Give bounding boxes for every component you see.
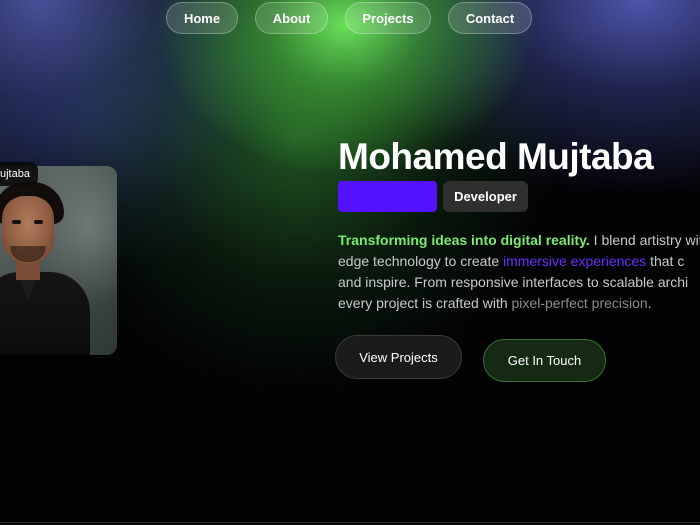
bio-text: .	[647, 295, 652, 311]
bio-line-1: Transforming ideas into digital reality.…	[338, 230, 700, 251]
role-badge: Developer	[443, 181, 528, 212]
hero-name: Mohamed Mujtaba	[338, 136, 654, 177]
bio-highlight-immersive: immersive experiences	[503, 253, 647, 269]
person-eye-right	[34, 220, 43, 224]
page: Home About Projects Contact ujtaba Moham…	[0, 0, 700, 525]
bio-text: that c	[646, 253, 685, 269]
nav-projects-link[interactable]: Projects	[345, 2, 431, 34]
role-highlight	[338, 181, 437, 212]
bio-line-4: every project is crafted with pixel-perf…	[338, 293, 700, 314]
profile-photo	[0, 166, 117, 355]
person-eye-left	[12, 220, 21, 224]
bottom-divider	[0, 522, 700, 523]
nav-home-link[interactable]: Home	[166, 2, 238, 34]
nav-about-link[interactable]: About	[255, 2, 328, 34]
nav-contact-link[interactable]: Contact	[448, 2, 532, 34]
top-nav: Home About Projects Contact	[166, 2, 532, 34]
hero-bio: Transforming ideas into digital reality.…	[338, 230, 700, 314]
view-projects-button[interactable]: View Projects	[335, 335, 462, 379]
bio-text: I blend artistry wit	[589, 232, 700, 248]
bio-line-3: and inspire. From responsive interfaces …	[338, 274, 689, 290]
get-in-touch-button[interactable]: Get In Touch	[483, 339, 606, 382]
bio-line-2: edge technology to create immersive expe…	[338, 251, 700, 272]
person-body	[0, 272, 90, 355]
bio-text: every project is crafted with	[338, 295, 512, 311]
bio-highlight-precision: pixel-perfect precision	[511, 295, 648, 311]
bio-text: edge technology to create	[338, 253, 504, 269]
bio-highlight-tagline: Transforming ideas into digital reality.	[338, 232, 590, 248]
profile-name-tag: ujtaba	[0, 162, 38, 186]
